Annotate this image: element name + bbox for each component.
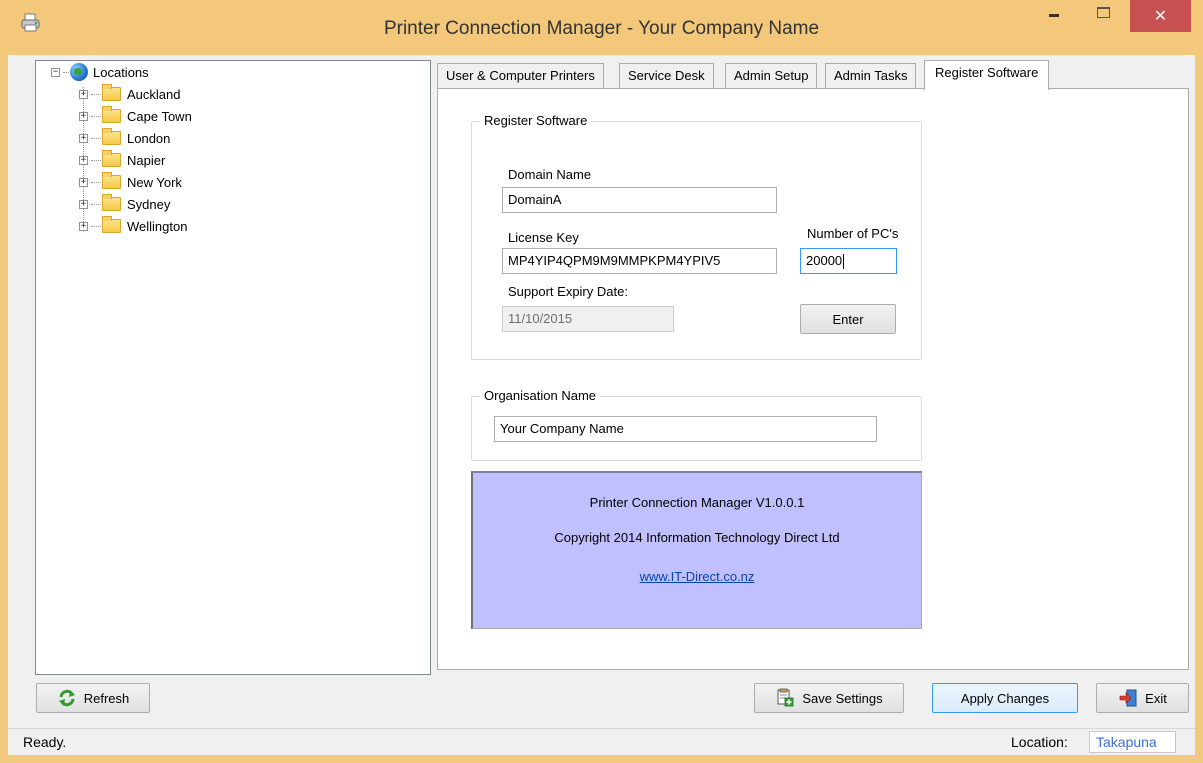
exit-label: Exit [1145,690,1167,706]
domain-name-input[interactable]: DomainA [502,187,777,213]
group-title: Organisation Name [480,388,600,403]
enter-button[interactable]: Enter [800,304,896,334]
save-settings-icon [777,688,794,707]
location-value: Takapuna [1089,731,1176,753]
exit-button[interactable]: Exit [1096,683,1189,713]
close-button[interactable]: ✕ [1130,0,1191,32]
maximize-icon [1097,7,1110,18]
tree-node-napier[interactable]: + Napier [79,149,165,171]
exit-icon [1119,689,1137,707]
tab-service-desk[interactable]: Service Desk [619,63,714,89]
tab-user-computer-printers[interactable]: User & Computer Printers [437,63,604,89]
about-panel: Printer Connection Manager V1.0.0.1 Copy… [471,471,922,629]
globe-icon [70,63,88,81]
folder-icon [102,84,121,101]
expand-toggle[interactable]: + [79,221,88,231]
tree-node-sydney[interactable]: + Sydney [79,193,170,215]
tree-connector [91,203,101,205]
tree-node-label: London [127,130,171,146]
folder-icon [102,128,121,145]
close-icon: ✕ [1153,8,1168,25]
refresh-button[interactable]: Refresh [36,683,150,713]
tab-admin-setup[interactable]: Admin Setup [725,63,818,89]
tree-node-auckland[interactable]: + Auckland [79,83,180,105]
number-of-pcs-value: 20000 [806,253,843,268]
tree-connector [91,181,101,183]
expand-toggle[interactable]: + [79,177,88,187]
tree-node-label: Napier [127,152,166,168]
client-area: − Locations + Auckland + Cape Town + Lon… [8,55,1195,755]
number-of-pcs-label: Number of PC's [807,226,899,241]
tree-connector [91,137,101,139]
group-title: Register Software [480,113,592,128]
expand-toggle[interactable]: + [79,89,88,99]
collapse-toggle[interactable]: − [51,67,60,77]
register-software-panel: Register Software Domain Name DomainA Li… [437,88,1189,670]
domain-name-label: Domain Name [508,167,592,182]
tree-node-london[interactable]: + London [79,127,170,149]
tree-connector [91,93,101,95]
status-text: Ready. [23,734,67,750]
expand-toggle[interactable]: + [79,111,88,121]
tree-node-label: Wellington [127,218,188,234]
tree-node-new-york[interactable]: + New York [79,171,182,193]
maximize-button[interactable] [1084,0,1122,32]
tab-register-software[interactable]: Register Software [924,60,1050,90]
tab-admin-tasks[interactable]: Admin Tasks [825,63,917,89]
expand-toggle[interactable]: + [79,155,88,165]
folder-icon [102,172,121,189]
organisation-name-input[interactable]: Your Company Name [494,416,877,442]
tree-node-cape-town[interactable]: + Cape Town [79,105,192,127]
tree-node-label: Cape Town [127,108,192,124]
tree-node-label: Locations [93,64,149,80]
tree-node-wellington[interactable]: + Wellington [79,215,187,237]
app-window: Printer Connection Manager - Your Compan… [0,0,1203,763]
website-link[interactable]: www.IT-Direct.co.nz [640,569,755,584]
tree-connector [91,225,101,227]
expand-toggle[interactable]: + [79,133,88,143]
folder-icon [102,194,121,211]
apply-changes-button[interactable]: Apply Changes [932,683,1078,713]
title-bar[interactable]: Printer Connection Manager - Your Compan… [0,0,1203,55]
support-expiry-label: Support Expiry Date: [508,284,628,299]
tree-node-label: Auckland [127,86,181,102]
text-caret [843,254,845,270]
refresh-icon [58,689,75,707]
window-title: Printer Connection Manager - Your Compan… [383,18,820,39]
support-expiry-input: 11/10/2015 [502,306,674,332]
copyright-text: Copyright 2014 Information Technology Di… [554,530,840,545]
location-label: Location: [1011,734,1068,750]
expand-toggle[interactable]: + [79,199,88,209]
product-version: Printer Connection Manager V1.0.0.1 [589,495,805,510]
tree-node-label: Sydney [127,196,171,212]
minimize-icon [1049,14,1059,17]
folder-icon [102,106,121,123]
tree-node-locations[interactable]: − Locations [51,61,149,83]
locations-tree[interactable]: − Locations + Auckland + Cape Town + Lon… [35,60,431,675]
folder-icon [102,216,121,233]
tree-node-label: New York [127,174,182,190]
minimize-button[interactable] [1035,0,1073,32]
tree-connector [91,159,101,161]
tree-connector [91,115,101,117]
license-key-label: License Key [508,230,579,245]
folder-icon [102,150,121,167]
license-key-input[interactable]: MP4YIP4QPM9M9MMPKPM4YPIV5 [502,248,777,274]
tree-connector [63,71,69,73]
save-settings-button[interactable]: Save Settings [754,683,904,713]
status-bar: Ready. Location: Takapuna [8,728,1195,755]
save-settings-label: Save Settings [802,690,883,706]
refresh-label: Refresh [83,690,130,706]
number-of-pcs-input[interactable]: 20000 [800,248,897,274]
